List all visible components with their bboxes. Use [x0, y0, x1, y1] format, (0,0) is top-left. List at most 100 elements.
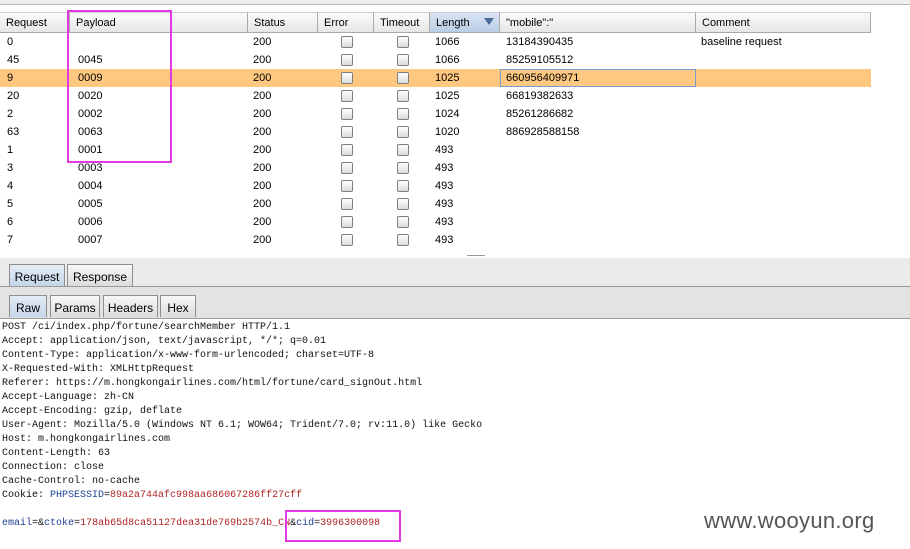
error-checkbox[interactable] — [341, 126, 353, 138]
table-row[interactable]: 5 0005 200 493 — [0, 195, 871, 213]
timeout-checkbox[interactable] — [397, 162, 409, 174]
cookie-line: Cookie: PHPSESSID=89a2a744afc998aa686067… — [2, 490, 302, 501]
timeout-checkbox[interactable] — [397, 180, 409, 192]
cell-status: 200 — [253, 144, 272, 156]
error-checkbox[interactable] — [341, 36, 353, 48]
cell-mobile: 66819382633 — [506, 90, 574, 102]
timeout-checkbox[interactable] — [397, 126, 409, 138]
column-header-length[interactable]: Length — [430, 12, 500, 33]
table-right-blank — [871, 12, 910, 252]
cell-status: 200 — [253, 36, 272, 48]
cell-request: 4 — [7, 180, 14, 192]
message-tab-bar: Request Response — [0, 258, 910, 287]
timeout-checkbox[interactable] — [397, 216, 409, 228]
cell-request: 0 — [7, 36, 14, 48]
timeout-checkbox[interactable] — [397, 36, 409, 48]
sort-descending-icon — [484, 18, 494, 25]
watermark: www.wooyun.org — [704, 508, 875, 533]
cell-status: 200 — [253, 54, 272, 66]
cell-length: 493 — [435, 180, 454, 192]
header-line: Referer: https://m.hongkongairlines.com/… — [2, 378, 423, 389]
view-tab-bar: Raw Params Headers Hex — [0, 287, 910, 319]
error-checkbox[interactable] — [341, 216, 353, 228]
timeout-checkbox[interactable] — [397, 90, 409, 102]
cell-request: 6 — [7, 216, 14, 228]
error-checkbox[interactable] — [341, 54, 353, 66]
cell-mobile: 85261286682 — [506, 108, 574, 120]
cell-payload: 0003 — [78, 162, 103, 174]
error-checkbox[interactable] — [341, 234, 353, 246]
body-sep: =& — [32, 518, 45, 529]
cell-mobile: 886928588158 — [506, 126, 580, 138]
cell-length: 1066 — [435, 54, 460, 66]
tab-hex[interactable]: Hex — [160, 295, 196, 317]
cell-length: 493 — [435, 216, 454, 228]
cell-length: 1024 — [435, 108, 460, 120]
timeout-checkbox[interactable] — [397, 72, 409, 84]
cell-status: 200 — [253, 234, 272, 246]
column-header-error[interactable]: Error — [318, 12, 374, 33]
header-line: Content-Type: application/x-www-form-url… — [2, 350, 375, 361]
table-row[interactable]: 4 0004 200 493 — [0, 177, 871, 195]
cell-status: 200 — [253, 216, 272, 228]
cookie-value: 89a2a744afc998aa686067286ff27cff — [110, 490, 303, 501]
tab-params[interactable]: Params — [50, 295, 100, 317]
column-header-length-label: Length — [436, 17, 470, 29]
column-header-mobile-grep[interactable]: "mobile":" — [500, 12, 696, 33]
table-row[interactable]: 7 0007 200 493 — [0, 231, 871, 249]
tab-request[interactable]: Request — [9, 264, 65, 286]
cell-status: 200 — [253, 72, 272, 84]
cell-length: 1025 — [435, 72, 460, 84]
cell-comment: baseline request — [701, 36, 782, 48]
cell-request: 63 — [7, 126, 20, 138]
column-header-status[interactable]: Status — [248, 12, 318, 33]
header-line: Accept-Encoding: gzip, deflate — [2, 406, 183, 417]
error-checkbox[interactable] — [341, 180, 353, 192]
cell-length: 493 — [435, 162, 454, 174]
column-header-comment[interactable]: Comment — [696, 12, 871, 33]
error-checkbox[interactable] — [341, 144, 353, 156]
timeout-checkbox[interactable] — [397, 54, 409, 66]
error-checkbox[interactable] — [341, 162, 353, 174]
window-top-edge — [0, 0, 910, 5]
error-checkbox[interactable] — [341, 72, 353, 84]
header-line: Cache-Control: no-cache — [2, 476, 141, 487]
column-header-timeout[interactable]: Timeout — [374, 12, 430, 33]
timeout-checkbox[interactable] — [397, 108, 409, 120]
cell-status: 200 — [253, 162, 272, 174]
cell-status: 200 — [253, 198, 272, 210]
cell-request: 9 — [7, 72, 14, 84]
cell-payload: 0006 — [78, 216, 103, 228]
cell-request: 45 — [7, 54, 20, 66]
column-header-request[interactable]: Request — [0, 12, 70, 33]
header-line: Connection: close — [2, 462, 105, 473]
cell-request: 5 — [7, 198, 14, 210]
cell-status: 200 — [253, 90, 272, 102]
cell-status: 200 — [253, 126, 272, 138]
tab-headers[interactable]: Headers — [103, 295, 158, 317]
cid-highlight-box — [285, 510, 401, 542]
cell-request: 1 — [7, 144, 14, 156]
cell-request: 20 — [7, 90, 20, 102]
timeout-checkbox[interactable] — [397, 144, 409, 156]
cell-length: 493 — [435, 144, 454, 156]
header-line: Accept-Language: zh-CN — [2, 392, 135, 403]
cell-length: 493 — [435, 198, 454, 210]
cell-mobile: 13184390435 — [506, 36, 574, 48]
tab-response[interactable]: Response — [67, 264, 133, 286]
timeout-checkbox[interactable] — [397, 234, 409, 246]
tab-raw[interactable]: Raw — [9, 295, 47, 317]
error-checkbox[interactable] — [341, 90, 353, 102]
table-row[interactable]: 6 0006 200 493 — [0, 213, 871, 231]
cookie-name: PHPSESSID — [50, 490, 105, 501]
cell-payload: 0005 — [78, 198, 103, 210]
timeout-checkbox[interactable] — [397, 198, 409, 210]
body-param-ctoke: ctoke — [44, 518, 75, 529]
cell-mobile: 85259105512 — [506, 54, 574, 66]
error-checkbox[interactable] — [341, 108, 353, 120]
cell-payload: 0007 — [78, 234, 103, 246]
cell-status: 200 — [253, 180, 272, 192]
cell-length: 1025 — [435, 90, 460, 102]
cell-status: 200 — [253, 108, 272, 120]
error-checkbox[interactable] — [341, 198, 353, 210]
